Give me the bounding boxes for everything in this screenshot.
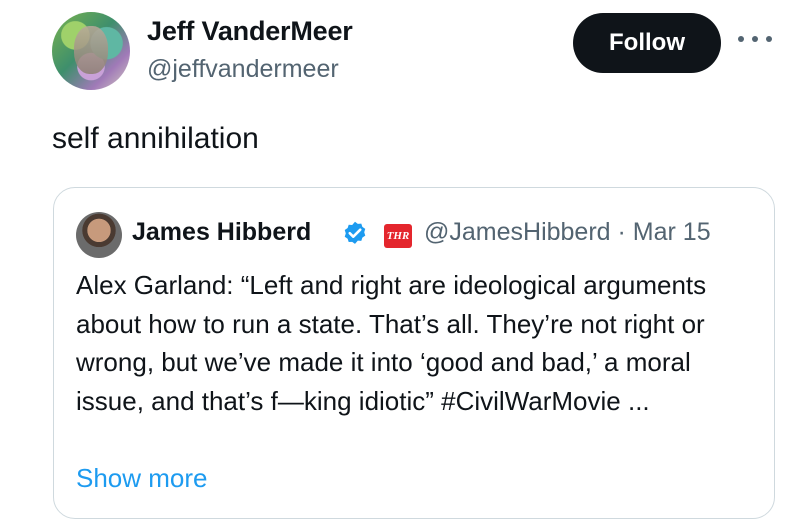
- tweet-text: self annihilation: [52, 122, 259, 155]
- author-handle[interactable]: @jeffvandermeer: [147, 55, 339, 84]
- author-avatar[interactable]: [52, 12, 130, 90]
- quoted-tweet-card[interactable]: James Hibberd THR @JamesHibberd · Mar 15…: [53, 187, 775, 519]
- quoted-author-name[interactable]: James Hibberd: [132, 218, 311, 247]
- quoted-date[interactable]: Mar 15: [633, 218, 711, 246]
- thr-logo: THR: [384, 224, 412, 248]
- verified-icon: [344, 221, 366, 244]
- quoted-meta: @JamesHibberd · Mar 15: [424, 218, 711, 247]
- more-icon[interactable]: [738, 34, 772, 44]
- quoted-tweet-text: Alex Garland: “Left and right are ideolo…: [76, 270, 707, 416]
- quoted-author-avatar[interactable]: [76, 212, 122, 258]
- show-more-link[interactable]: Show more: [76, 463, 208, 494]
- author-name[interactable]: Jeff VanderMeer: [147, 16, 353, 47]
- avatar-face: [74, 26, 108, 74]
- quoted-author-handle[interactable]: @JamesHibberd: [424, 218, 611, 246]
- follow-button[interactable]: Follow: [573, 13, 721, 73]
- meta-separator: ·: [617, 218, 626, 246]
